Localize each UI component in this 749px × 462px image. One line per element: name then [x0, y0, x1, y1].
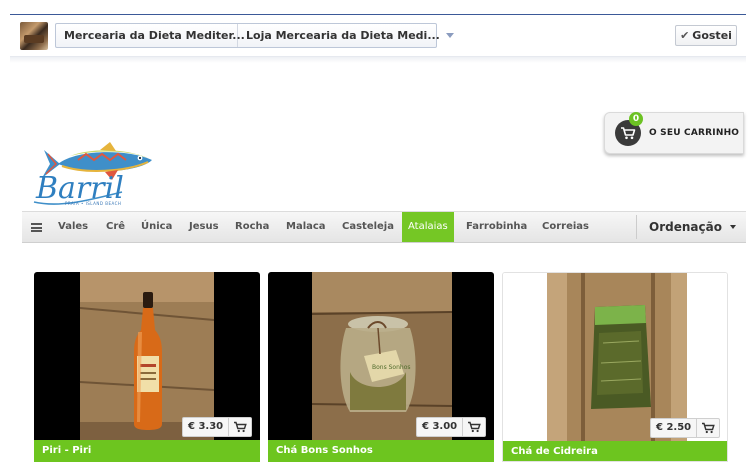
product-card[interactable]: € 2.50 Chá de Cidreira: [502, 272, 728, 462]
page-name[interactable]: Mercearia da Dieta Mediter...: [56, 24, 245, 47]
chevron-down-icon: [729, 225, 736, 229]
product-image[interactable]: [503, 273, 727, 441]
price-value: € 3.00: [417, 418, 464, 436]
nav-item-farrobinha[interactable]: Farrobinha: [466, 212, 527, 242]
nav-divider: [636, 215, 637, 239]
cart-count-badge: 0: [629, 112, 643, 126]
category-nav: Vales Crê Única Jesus Rocha Malaca Caste…: [22, 211, 746, 243]
logo-tagline: PRAIA • ISLAND BEACH: [65, 201, 122, 206]
nav-item-malaca[interactable]: Malaca: [286, 212, 326, 242]
product-name[interactable]: Chá Bons Sonhos: [268, 440, 494, 462]
nav-item-atalaias[interactable]: Atalaias: [402, 212, 454, 242]
price-value: € 3.30: [183, 418, 230, 436]
nav-item-vales[interactable]: Vales: [58, 212, 88, 242]
add-to-cart-button[interactable]: [697, 419, 719, 437]
add-to-cart-button[interactable]: [229, 418, 251, 436]
nav-item-casteleja[interactable]: Casteleja: [342, 212, 394, 242]
nav-item-correias[interactable]: Correias: [542, 212, 589, 242]
price-tag: € 3.00: [416, 417, 487, 437]
svg-text:Bons Sonhos: Bons Sonhos: [372, 364, 411, 371]
product-card[interactable]: € 3.30 Piri - Piri: [34, 272, 260, 462]
page-tab-bar: Mercearia da Dieta Mediter... Loja Merce…: [10, 15, 746, 57]
product-name[interactable]: Chá de Cidreira: [503, 441, 727, 461]
price-value: € 2.50: [651, 419, 698, 437]
price-tag: € 3.30: [182, 417, 253, 437]
like-button[interactable]: ✔ Gostei: [675, 25, 737, 46]
add-to-cart-button[interactable]: [463, 418, 485, 436]
product-name[interactable]: Piri - Piri: [34, 440, 260, 462]
cart-icon: 0: [615, 112, 643, 146]
tab-name: Loja Mercearia da Dieta Medi...: [246, 29, 440, 42]
menu-icon[interactable]: [31, 223, 42, 232]
cart-icon: [702, 422, 715, 434]
cart-button[interactable]: 0 O SEU CARRINHO: [604, 112, 744, 154]
nav-item-rocha[interactable]: Rocha: [235, 212, 269, 242]
page-thumbnail[interactable]: [20, 22, 48, 50]
product-card[interactable]: Bons Sonhos € 3.00 Chá Bons Sonhos: [268, 272, 494, 462]
like-label: Gostei: [692, 29, 732, 42]
nav-item-cre[interactable]: Crê: [106, 212, 125, 242]
store-logo[interactable]: Barril: [30, 142, 170, 210]
tab-selector[interactable]: Loja Mercearia da Dieta Medi...: [238, 24, 462, 47]
page-tab-selector[interactable]: Mercearia da Dieta Mediter... Loja Merce…: [55, 23, 454, 48]
sort-dropdown[interactable]: Ordenação: [649, 212, 736, 242]
price-tag: € 2.50: [650, 418, 721, 438]
bar-shadow: [10, 57, 746, 63]
cart-icon: [468, 421, 481, 433]
chevron-down-icon: [445, 33, 454, 38]
nav-item-unica[interactable]: Única: [141, 212, 172, 242]
cart-label: O SEU CARRINHO: [649, 128, 740, 138]
cart-icon: [234, 421, 247, 433]
product-image[interactable]: [34, 272, 260, 440]
nav-item-jesus[interactable]: Jesus: [189, 212, 219, 242]
check-icon: ✔: [680, 29, 690, 42]
product-image[interactable]: Bons Sonhos: [268, 272, 494, 440]
sort-label: Ordenação: [649, 220, 722, 234]
